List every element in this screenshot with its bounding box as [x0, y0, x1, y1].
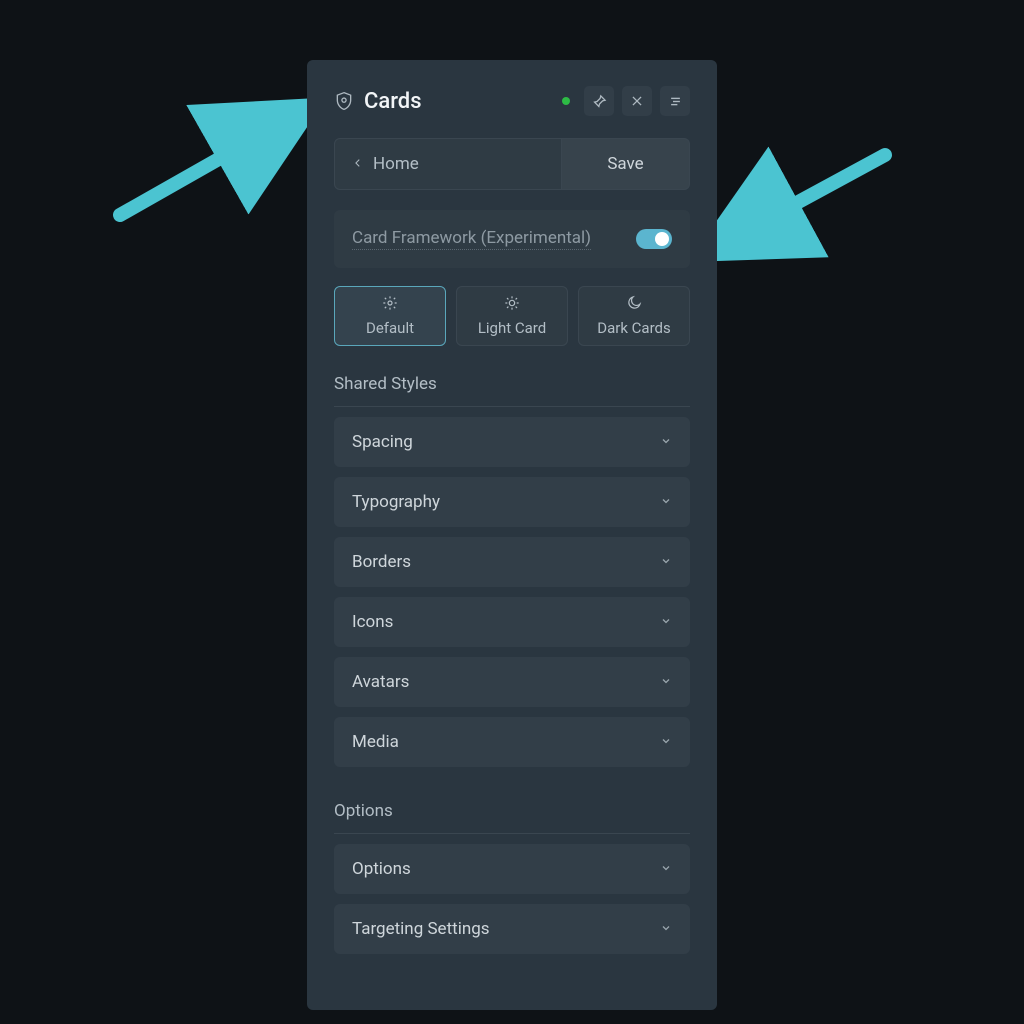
chevron-down-icon — [660, 552, 672, 572]
framework-toggle-row: Card Framework (Experimental) — [334, 210, 690, 268]
header-left: Cards — [334, 89, 422, 114]
back-home-label: Home — [373, 154, 419, 174]
status-dot — [562, 97, 570, 105]
back-home-button[interactable]: Home — [334, 138, 562, 190]
chevron-left-icon — [353, 154, 363, 174]
annotation-arrow-right — [695, 145, 895, 265]
tab-label: Light Card — [478, 319, 546, 337]
accordion-label: Targeting Settings — [352, 919, 490, 939]
accordion-label: Media — [352, 732, 399, 752]
chevron-down-icon — [660, 612, 672, 632]
annotation-arrow-left — [110, 95, 320, 225]
accordion-media[interactable]: Media — [334, 717, 690, 767]
accordion-targeting-settings[interactable]: Targeting Settings — [334, 904, 690, 954]
chevron-down-icon — [660, 732, 672, 752]
tab-default[interactable]: Default — [334, 286, 446, 346]
chevron-down-icon — [660, 432, 672, 452]
accordion-options[interactable]: Options — [334, 844, 690, 894]
tab-row: Default Light Card Dark Cards — [334, 286, 690, 346]
panel-title: Cards — [364, 89, 422, 114]
accordion-label: Avatars — [352, 672, 409, 692]
chevron-down-icon — [660, 672, 672, 692]
save-button[interactable]: Save — [562, 138, 690, 190]
accordion-label: Options — [352, 859, 411, 879]
accordion-label: Borders — [352, 552, 411, 572]
chevron-down-icon — [660, 919, 672, 939]
tab-label: Dark Cards — [597, 319, 670, 337]
accordion-label: Typography — [352, 492, 440, 512]
accordion-icons[interactable]: Icons — [334, 597, 690, 647]
tab-label: Default — [366, 319, 414, 337]
save-label: Save — [607, 154, 643, 174]
panel-header: Cards — [334, 86, 690, 116]
accordion-label: Icons — [352, 612, 393, 632]
tab-light-card[interactable]: Light Card — [456, 286, 568, 346]
moon-icon — [626, 295, 642, 315]
framework-toggle[interactable] — [636, 229, 672, 249]
section-title-shared-styles: Shared Styles — [334, 374, 690, 407]
section-title-options: Options — [334, 801, 690, 834]
accordion-spacing[interactable]: Spacing — [334, 417, 690, 467]
framework-label: Card Framework (Experimental) — [352, 228, 591, 250]
menu-button[interactable] — [660, 86, 690, 116]
accordion-label: Spacing — [352, 432, 413, 452]
accordion-typography[interactable]: Typography — [334, 477, 690, 527]
sun-icon — [504, 295, 520, 315]
header-right — [562, 86, 690, 116]
pin-button[interactable] — [584, 86, 614, 116]
chevron-down-icon — [660, 492, 672, 512]
tab-dark-cards[interactable]: Dark Cards — [578, 286, 690, 346]
gear-icon — [382, 295, 398, 315]
nav-row: Home Save — [334, 138, 690, 190]
close-button[interactable] — [622, 86, 652, 116]
accordion-avatars[interactable]: Avatars — [334, 657, 690, 707]
shield-icon — [334, 91, 354, 111]
settings-panel: Cards — [307, 60, 717, 1010]
accordion-borders[interactable]: Borders — [334, 537, 690, 587]
chevron-down-icon — [660, 859, 672, 879]
